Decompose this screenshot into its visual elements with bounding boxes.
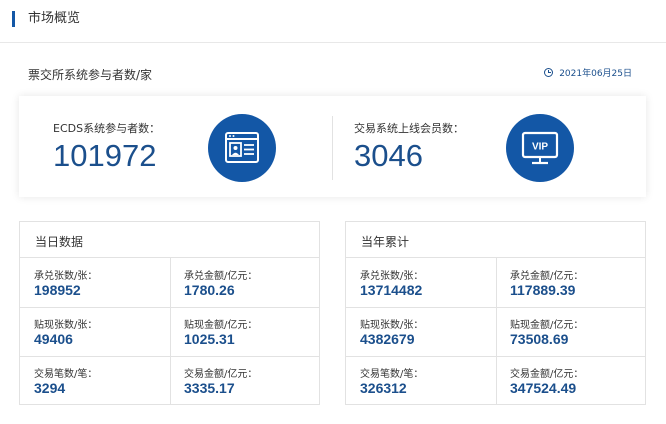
cell-label: 交易金额/亿元： (184, 369, 258, 380)
table-cell: 承兑金额/亿元： 117889.39 (496, 258, 646, 307)
table-cell: 贴现金额/亿元： 1025.31 (170, 307, 320, 356)
table-cell: 交易笔数/笔： 326312 (346, 356, 496, 405)
table-cell: 贴现金额/亿元： 73508.69 (496, 307, 646, 356)
table-cell: 交易金额/亿元： 347524.49 (496, 356, 646, 405)
cell-value: 73508.69 (510, 331, 569, 347)
cell-label: 交易笔数/笔： (360, 369, 424, 380)
header-accent-bar (12, 11, 15, 27)
cell-label: 贴现金额/亿元： (184, 320, 258, 331)
cell-label: 贴现金额/亿元： (510, 320, 584, 331)
cell-label: 承兑金额/亿元： (184, 271, 258, 282)
table-title: 当年累计 (361, 235, 410, 249)
cell-value: 117889.39 (510, 282, 576, 298)
page-header: 市场概览 (0, 0, 666, 43)
page-title: 市场概览 (28, 11, 81, 26)
stat-label: ECDS系统参与者数： (53, 122, 161, 135)
cell-label: 贴现张数/张： (34, 320, 98, 331)
daily-data-table: 当日数据 承兑张数/张： 198952 承兑金额/亿元： 1780.26 贴现张数/… (19, 221, 320, 405)
table-cell: 交易金额/亿元： 3335.17 (170, 356, 320, 405)
cell-label: 交易金额/亿元： (510, 369, 584, 380)
yearly-data-table: 当年累计 承兑张数/张： 13714482 承兑金额/亿元： 117889.39 贴… (345, 221, 646, 405)
table-cell: 承兑张数/张： 13714482 (346, 258, 496, 307)
cell-label: 交易笔数/笔： (34, 369, 98, 380)
date-text: 2021年06月25日 (559, 69, 632, 79)
cell-value: 198952 (34, 282, 81, 298)
table-cell: 交易笔数/笔： 3294 (20, 356, 170, 405)
date-display: 2021年06月25日 (544, 66, 632, 79)
clock-icon (544, 68, 554, 77)
table-cell: 承兑张数/张： 198952 (20, 258, 170, 307)
cell-value: 1025.31 (184, 331, 235, 347)
stat-label: 交易系统上线会员数： (354, 122, 464, 135)
section-title: 票交所系统参与者数/家 (28, 68, 153, 82)
table-cell: 贴现张数/张： 4382679 (346, 307, 496, 356)
cell-label: 贴现张数/张： (360, 320, 424, 331)
cell-value: 13714482 (360, 282, 423, 298)
vip-monitor-icon: VIP (506, 114, 574, 182)
table-header: 当日数据 (20, 222, 319, 258)
cell-label: 承兑金额/亿元： (510, 271, 584, 282)
table-cell: 承兑金额/亿元： 1780.26 (170, 258, 320, 307)
table-cell: 贴现张数/张： 49406 (20, 307, 170, 356)
cell-value: 326312 (360, 380, 407, 396)
cell-value: 1780.26 (184, 282, 235, 298)
cell-value: 3294 (34, 380, 66, 396)
table-title: 当日数据 (35, 235, 84, 249)
cell-value: 4382679 (360, 331, 415, 347)
cell-label: 承兑张数/张： (34, 271, 98, 282)
participants-panel: ECDS系统参与者数： 101972 交易系统上线会员数： 3046 VIP (19, 96, 646, 197)
cell-label: 承兑张数/张： (360, 271, 424, 282)
stat-value: 101972 (53, 138, 157, 173)
cell-value: 49406 (34, 331, 73, 347)
cell-value: 3335.17 (184, 380, 235, 396)
ecds-browser-icon (208, 114, 276, 182)
stat-value: 3046 (354, 138, 423, 173)
panel-divider (332, 116, 333, 180)
table-header: 当年累计 (346, 222, 645, 258)
cell-value: 347524.49 (510, 380, 577, 396)
svg-text:VIP: VIP (532, 142, 548, 153)
